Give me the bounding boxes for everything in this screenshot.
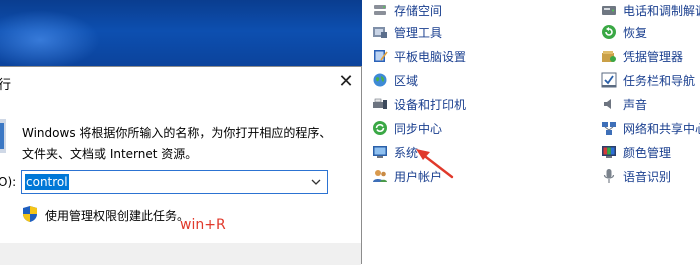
- cp-item-label: 平板电脑设置: [394, 49, 467, 64]
- sound-icon: [604, 99, 611, 109]
- uac-shield-icon: [23, 206, 37, 222]
- sync-center-icon: [373, 121, 387, 135]
- run-dialog: 行 ✕ Windows 将根据你所输入的名称，为你打开相应的程序、 文件夹、文档…: [0, 66, 362, 265]
- open-input-value[interactable]: control: [25, 174, 69, 190]
- region-icon: [373, 73, 387, 87]
- credential-manager-icon: [602, 51, 616, 62]
- cp-item-tablet-settings[interactable]: 平板电脑设置: [372, 46, 466, 66]
- admin-tools-icon: [373, 27, 387, 38]
- cp-item-devices-printers[interactable]: 设备和打印机: [372, 94, 466, 114]
- storage-icon: [374, 5, 386, 15]
- cp-item-label: 网络和共享中心: [623, 121, 700, 136]
- cp-item-label: 设备和打印机: [394, 97, 467, 112]
- cp-item-taskbar-navigation[interactable]: 任务栏和导航: [601, 70, 695, 90]
- cp-item-credential-manager[interactable]: 凭据管理器: [601, 46, 683, 66]
- cp-item-sync-center[interactable]: 同步中心: [372, 118, 442, 138]
- cp-item-speech-recognition[interactable]: 语音识别: [601, 166, 671, 186]
- admin-privileges-text: 使用管理权限创建此任务。: [45, 209, 190, 223]
- open-label: O):: [0, 175, 17, 189]
- chevron-down-icon[interactable]: [309, 174, 323, 190]
- run-footer: [0, 243, 361, 265]
- cp-item-label: 声音: [623, 97, 648, 112]
- cp-item-admin-tools[interactable]: 管理工具: [372, 22, 442, 42]
- cp-item-label: 同步中心: [394, 121, 443, 136]
- cp-item-color-management[interactable]: 颜色管理: [601, 142, 671, 162]
- cp-item-label: 凭据管理器: [623, 49, 684, 64]
- tablet-settings-icon: [374, 50, 388, 62]
- cp-item-storage[interactable]: 存储空间: [372, 0, 442, 20]
- run-titlebar: 行 ✕: [0, 67, 361, 99]
- run-title: 行: [0, 78, 12, 93]
- cp-item-label: 区域: [394, 73, 419, 88]
- open-input[interactable]: control: [21, 170, 328, 194]
- cp-item-label: 存储空间: [394, 3, 443, 18]
- color-management-icon: [602, 146, 616, 158]
- cp-item-phone-modem[interactable]: 电话和调制解调: [601, 0, 700, 20]
- cp-item-label: 任务栏和导航: [623, 73, 696, 88]
- devices-printers-icon: [373, 98, 387, 109]
- recovery-icon: [602, 25, 616, 39]
- run-description-line2: 文件夹、文档或 Internet 资源。: [22, 147, 198, 161]
- cp-item-sound[interactable]: 声音: [601, 94, 647, 114]
- red-arrow-annotation: [416, 149, 454, 179]
- taskbar-navigation-icon: [601, 72, 617, 88]
- shortcut-annotation: win+R: [180, 217, 226, 233]
- run-body: Windows 将根据你所输入的名称，为你打开相应的程序、 文件夹、文档或 In…: [0, 99, 361, 243]
- close-button[interactable]: ✕: [336, 70, 356, 94]
- cp-item-label: 管理工具: [394, 25, 443, 40]
- run-description: Windows 将根据你所输入的名称，为你打开相应的程序、 文件夹、文档或 In…: [22, 123, 342, 165]
- phone-modem-icon: [602, 6, 616, 15]
- run-icon: [0, 119, 6, 153]
- cp-item-network-sharing[interactable]: 网络和共享中心: [601, 118, 700, 138]
- cp-item-label: 语音识别: [623, 169, 672, 184]
- cp-item-label: 电话和调制解调: [623, 3, 700, 18]
- cp-item-recovery[interactable]: 恢复: [601, 22, 647, 42]
- wallpaper-glow: [0, 10, 100, 70]
- cp-item-label: 恢复: [623, 25, 648, 40]
- cp-item-label: 颜色管理: [623, 145, 672, 160]
- network-sharing-icon: [602, 122, 616, 135]
- run-description-line1: Windows 将根据你所输入的名称，为你打开相应的程序、: [22, 126, 332, 140]
- user-accounts-icon: [373, 170, 387, 182]
- cp-item-region[interactable]: 区域: [372, 70, 418, 90]
- system-icon: [373, 146, 387, 158]
- speech-recognition-icon: [603, 169, 615, 183]
